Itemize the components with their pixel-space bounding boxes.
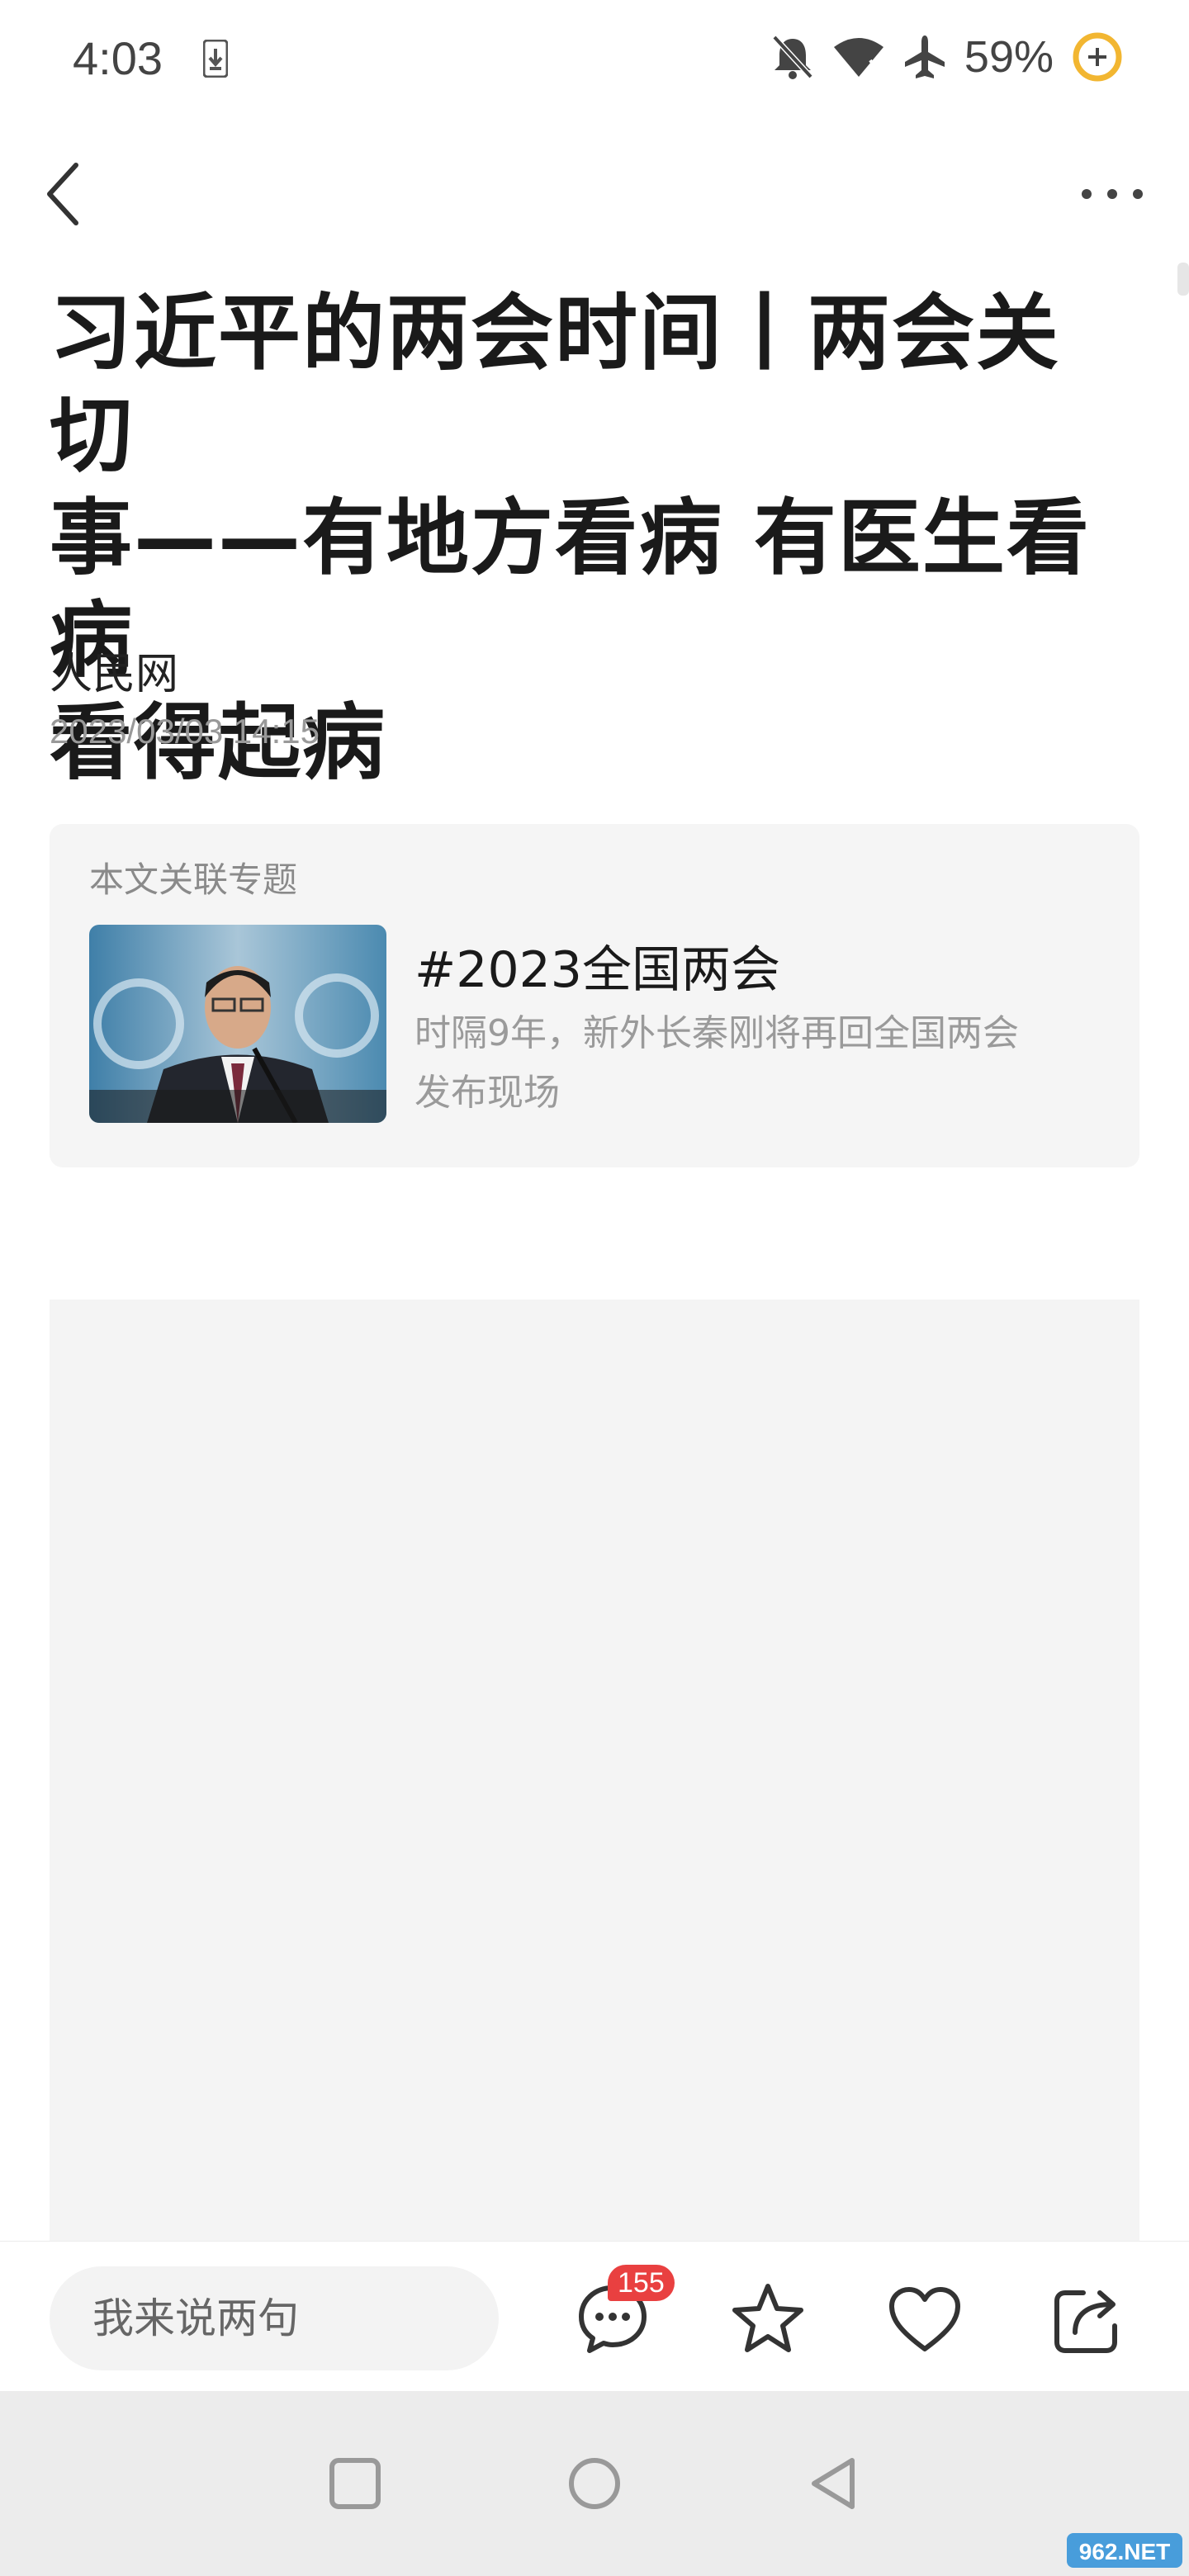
title-line: 习近平的两会时间丨两会关切	[50, 285, 1060, 484]
article-source[interactable]: 人民网	[50, 639, 178, 701]
recents-square-icon	[329, 2458, 381, 2509]
bell-off-icon	[771, 34, 814, 80]
battery-saver-icon	[1072, 31, 1123, 83]
article-date: 2023/03/03 14:15	[50, 712, 320, 751]
favorite-button[interactable]	[727, 2278, 809, 2361]
share-icon	[1054, 2290, 1117, 2353]
comment-input[interactable]	[50, 2266, 499, 2370]
home-button[interactable]	[561, 2451, 628, 2517]
more-button[interactable]	[1075, 173, 1149, 215]
recents-button[interactable]	[322, 2451, 388, 2517]
topic-thumbnail[interactable]	[89, 925, 386, 1123]
topic-desc-line: 时隔9年，新外长秦刚将再回全国两会	[414, 1012, 1019, 1054]
title-line: 事——有地方看病 有医生看病	[50, 490, 1091, 689]
status-bar: 4:03 59%	[0, 0, 1189, 124]
svg-text:962.NET: 962.NET	[1079, 2539, 1171, 2564]
back-triangle-icon	[812, 2458, 855, 2509]
more-dots-icon	[1082, 189, 1143, 199]
battery-percent: 59%	[964, 32, 1054, 82]
home-circle-icon	[569, 2458, 620, 2509]
scroll-indicator	[1177, 263, 1189, 296]
related-topic-card[interactable]: 本文关联专题 #2023全国两会 时隔9年，新外长秦刚将再回全国两会 发布现场	[50, 824, 1139, 1167]
airplane-icon	[903, 34, 946, 80]
star-icon	[732, 2284, 803, 2352]
back-button[interactable]	[40, 157, 92, 231]
media-placeholder	[50, 1300, 1139, 2241]
share-button[interactable]	[1047, 2278, 1130, 2361]
topic-desc-line: 发布现场	[414, 1072, 560, 1114]
status-icons: 59%	[771, 28, 1123, 86]
watermark-logo: 962.NET	[1067, 2530, 1182, 2571]
related-topic-description: 时隔9年，新外长秦刚将再回全国两会 发布现场	[414, 1004, 1092, 1123]
system-nav-bar: 962.NET	[0, 2391, 1189, 2576]
back-chevron-icon	[47, 163, 78, 225]
heart-icon	[889, 2287, 960, 2351]
download-icon	[202, 39, 229, 78]
comment-count-badge: 155	[608, 2265, 675, 2301]
status-time: 4:03	[73, 32, 163, 84]
related-topic-title[interactable]: #2023全国两会	[414, 930, 780, 1002]
related-topic-label: 本文关联专题	[89, 859, 298, 900]
system-back-button[interactable]	[801, 2451, 867, 2517]
wifi-icon	[832, 36, 885, 78]
like-button[interactable]	[883, 2278, 966, 2361]
bottom-action-bar: 155	[0, 2241, 1189, 2390]
